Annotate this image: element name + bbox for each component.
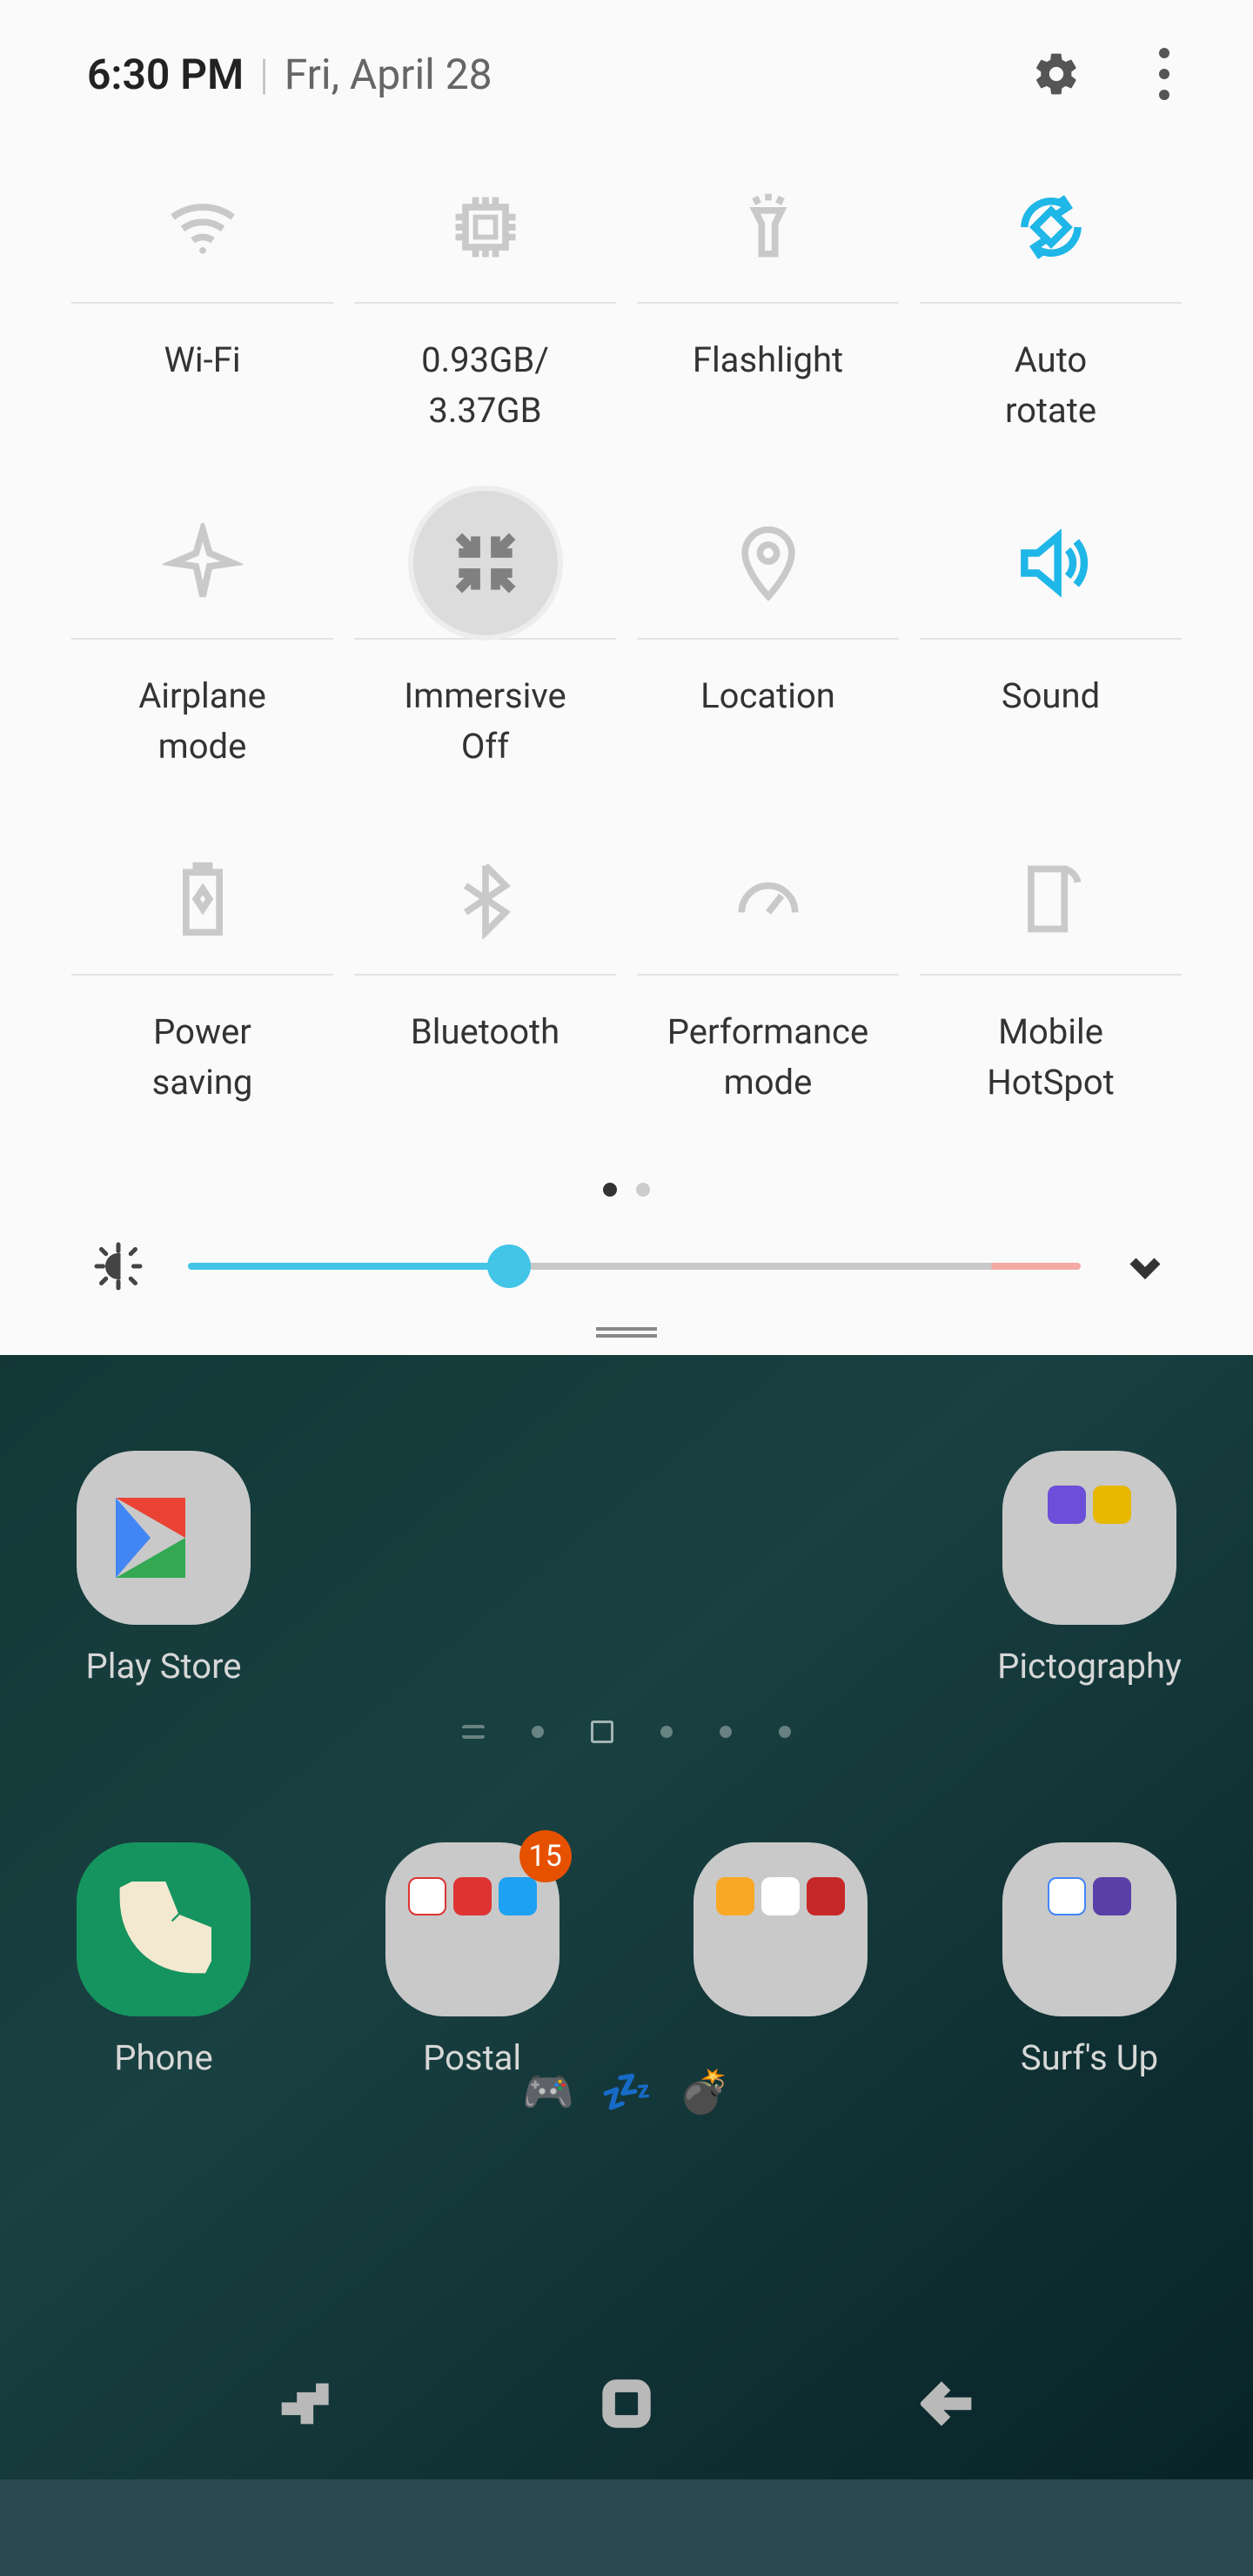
tile-label: Mobile HotSpot: [987, 1007, 1115, 1108]
home-page-indicator[interactable]: [462, 1721, 791, 1743]
app-postal[interactable]: 15 Postal: [377, 1842, 568, 2078]
status-emoji-row: 🎮💤💣: [0, 2067, 1253, 2116]
tile-ram[interactable]: 0.93GB/ 3.37GB: [344, 152, 626, 488]
tile-label: Location: [700, 671, 835, 772]
tile-powersave[interactable]: Power saving: [61, 824, 344, 1160]
bluetooth-icon: [446, 859, 526, 939]
tile-immersive[interactable]: Immersive Off: [344, 488, 626, 824]
brightness-slider[interactable]: [188, 1263, 1081, 1270]
quick-settings-panel: 6:30 PM | Fri, April 28 Wi-Fi 0.93GB/ 3.…: [0, 0, 1253, 1355]
tile-flashlight[interactable]: Flashlight: [626, 152, 909, 488]
phone-icon: [77, 1842, 251, 2016]
tile-label: Sound: [1002, 671, 1100, 772]
notification-badge: 15: [519, 1830, 572, 1882]
app-pictography[interactable]: Pictography: [994, 1451, 1185, 1687]
clock: 6:30 PM: [87, 50, 244, 99]
tile-label: Immersive Off: [404, 671, 566, 772]
panel-header: 6:30 PM | Fri, April 28: [0, 48, 1253, 135]
tile-sound[interactable]: Sound: [909, 488, 1192, 824]
tile-label: Airplane mode: [138, 671, 266, 772]
home-screen: Play Store Pictography Phone 15 Postal: [0, 1355, 1253, 2479]
date: Fri, April 28: [285, 50, 492, 99]
separator: |: [244, 50, 285, 99]
home-row-1: Play Store Pictography: [0, 1451, 1253, 1687]
expand-brightness-icon[interactable]: [1124, 1245, 1166, 1287]
tile-label: Performance mode: [667, 1007, 868, 1108]
tile-wifi[interactable]: Wi-Fi: [61, 152, 344, 488]
tile-label: 0.93GB/ 3.37GB: [421, 335, 549, 436]
tile-hotspot[interactable]: Mobile HotSpot: [909, 824, 1192, 1160]
app-label: Pictography: [997, 1646, 1182, 1687]
brightness-row: [0, 1231, 1253, 1327]
tiles-grid: Wi-Fi 0.93GB/ 3.37GB Flashlight Auto rot…: [0, 135, 1253, 1177]
page-indicator[interactable]: [0, 1177, 1253, 1231]
more-options-icon[interactable]: [1159, 48, 1169, 100]
sound-icon: [1011, 523, 1091, 603]
tile-bluetooth[interactable]: Bluetooth: [344, 824, 626, 1160]
app-surfsup[interactable]: Surf's Up: [994, 1842, 1185, 2078]
recents-button[interactable]: [271, 2373, 332, 2438]
navigation-bar: [0, 2331, 1253, 2479]
battery-icon: [163, 859, 243, 939]
tile-label: Bluetooth: [411, 1007, 559, 1108]
collapse-icon: [446, 523, 526, 603]
panel-handle[interactable]: [0, 1327, 1253, 1355]
hotspot-icon: [1011, 859, 1091, 939]
page-dot: [603, 1183, 617, 1197]
tile-label: Flashlight: [693, 335, 843, 436]
settings-icon[interactable]: [1032, 50, 1081, 98]
tile-label: Power saving: [152, 1007, 253, 1108]
airplane-icon: [163, 523, 243, 603]
back-button[interactable]: [921, 2373, 982, 2438]
slider-thumb[interactable]: [487, 1244, 531, 1288]
app-playstore[interactable]: Play Store: [68, 1451, 259, 1687]
page-dot: [636, 1183, 650, 1197]
dock: Phone 15 Postal Surf's Up: [0, 1842, 1253, 2078]
app-folder[interactable]: [685, 1842, 876, 2078]
chip-icon: [446, 187, 526, 267]
tile-autorotate[interactable]: Auto rotate: [909, 152, 1192, 488]
tile-performance[interactable]: Performance mode: [626, 824, 909, 1160]
tile-label: Wi-Fi: [164, 335, 240, 436]
location-icon: [728, 523, 808, 603]
app-phone[interactable]: Phone: [68, 1842, 259, 2078]
playstore-icon: [77, 1451, 251, 1625]
home-button[interactable]: [596, 2373, 657, 2438]
autorotate-icon: [1011, 187, 1091, 267]
tile-location[interactable]: Location: [626, 488, 909, 824]
flashlight-icon: [728, 187, 808, 267]
brightness-icon: [92, 1240, 144, 1292]
app-label: Play Store: [86, 1646, 242, 1687]
gauge-icon: [728, 859, 808, 939]
folder-icon: [1002, 1451, 1176, 1625]
wifi-icon: [163, 187, 243, 267]
tile-airplane[interactable]: Airplane mode: [61, 488, 344, 824]
folder-icon: [694, 1842, 868, 2016]
tile-label: Auto rotate: [1005, 335, 1096, 436]
folder-icon: [1002, 1842, 1176, 2016]
folder-icon: 15: [385, 1842, 559, 2016]
